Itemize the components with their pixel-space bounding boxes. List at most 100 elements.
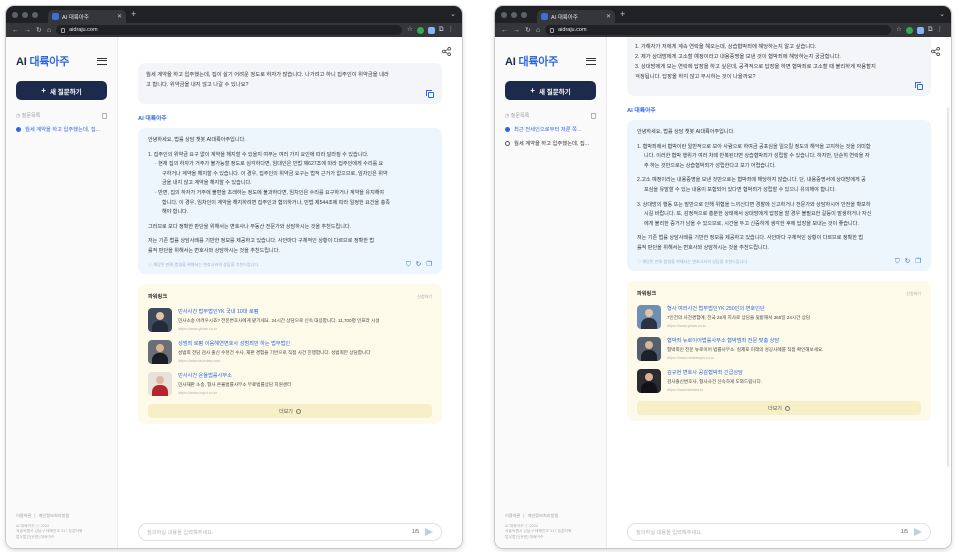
new-tab-icon[interactable]: + — [620, 10, 625, 19]
url-field[interactable]: aidraju.com — [545, 25, 892, 35]
input-placeholder[interactable]: 질의하실 내용을 입력해주세요. — [636, 529, 901, 536]
url-field[interactable]: aidraju.com — [56, 25, 403, 35]
lawyer-ad-url: https://www.newlawyer.co.kr — [667, 356, 715, 361]
send-icon[interactable] — [914, 528, 922, 536]
copy-icon[interactable] — [426, 90, 434, 98]
copy-answer-icon[interactable]: ❐ — [915, 258, 921, 266]
logo-prefix: AI — [16, 56, 30, 68]
hamburger-menu-icon[interactable] — [586, 57, 596, 65]
new-tab-icon[interactable]: + — [131, 10, 136, 19]
browser-tab[interactable]: AI 대륙아주 ✕ — [537, 10, 615, 23]
copy-answer-icon[interactable]: ❐ — [426, 261, 432, 269]
extension-green-icon[interactable] — [416, 26, 424, 34]
new-question-button[interactable]: + 새 질문하기 — [16, 81, 107, 100]
puzzle-icon[interactable]: ⧉ — [439, 26, 444, 34]
trash-icon[interactable] — [102, 112, 107, 119]
lawyer-ad-title[interactable]: 민사사건 온율법률사무소 — [178, 372, 432, 379]
ai-label: AI 대륙아주 — [138, 116, 167, 122]
history-item[interactable]: 월세 계약을 하고 입주했는데, 집... — [6, 125, 117, 133]
lawyer-ad-title[interactable]: 성범죄 로펌 이음해연변호사 성범죄만 하는 법무법인 — [178, 340, 432, 347]
back-icon[interactable]: ← — [12, 27, 19, 34]
input-placeholder[interactable]: 질의하실 내용을 입력해주세요. — [147, 529, 412, 536]
thumbs-down-icon[interactable]: ⛉ — [895, 258, 900, 266]
maximize-dot[interactable] — [32, 11, 38, 18]
power-link-box: 파워링크 신청하기 형사 여러사건 법무법인YK 250인의 변호인단 7인건의… — [627, 281, 931, 422]
lawyer-ad-title[interactable]: 형사 여러사건 법무법인YK 250인의 변호인단 — [667, 305, 921, 312]
forward-icon[interactable]: → — [513, 27, 520, 34]
trash-icon[interactable] — [591, 112, 596, 119]
footer-company: 법무법인(유한) 대륙아주 — [505, 534, 544, 539]
regenerate-icon[interactable]: ↻ — [905, 258, 910, 266]
app-logo[interactable]: AI 대륙아주 — [16, 53, 69, 69]
extensions: ☆ ⧉ ⋮ — [407, 26, 455, 34]
bookmark-star-icon[interactable]: ☆ — [407, 26, 413, 34]
address-bar: ← → ↻ ⌂ aidraju.com ☆ ⧉ ⋮ — [6, 23, 462, 37]
question-input[interactable]: 질의하실 내용을 입력해주세요. 1/5 — [627, 523, 931, 541]
back-icon[interactable]: ← — [501, 27, 508, 34]
tab-search-icon[interactable]: ⌄ — [450, 10, 456, 18]
new-question-button[interactable]: + 새 질문하기 — [505, 81, 596, 100]
lawyer-ad-url: https://www.yklaw.co.kr — [178, 327, 218, 332]
thumbs-down-icon[interactable]: ⛉ — [406, 261, 411, 269]
privacy-link[interactable]: 개인정보처리방침 — [39, 513, 70, 519]
browser-tab[interactable]: AI 대륙아주 ✕ — [48, 10, 126, 23]
share-icon[interactable] — [931, 47, 940, 56]
bookmark-star-icon[interactable]: ☆ — [896, 26, 902, 34]
close-dot[interactable] — [12, 11, 18, 18]
scrollbar[interactable] — [947, 107, 949, 467]
home-icon[interactable]: ⌂ — [47, 27, 51, 34]
more-button[interactable]: 더보기 — [148, 404, 432, 419]
terms-link[interactable]: 이용약관 — [16, 513, 31, 519]
history-item[interactable]: 최근 전세인으로부터 저룬 쪽... — [495, 125, 606, 133]
lawyer-ad[interactable]: 민사사건 온율법률사무소 민사재판 소송, 형사 온율법률사무소 무료법률상담 … — [148, 372, 432, 397]
lawyer-ad[interactable]: 형사 여러사건 법무법인YK 250인의 변호인단 7인건의 사건경험에, 전국… — [637, 305, 921, 330]
hamburger-menu-icon[interactable] — [97, 57, 107, 65]
lawyer-ad[interactable]: 민사사건 법무법인YK 국내 10대 로펌 민사소송 어려우시죠? 전문변호사에… — [148, 308, 432, 333]
new-question-label: 새 질문하기 — [538, 88, 571, 96]
extension-blue-icon[interactable] — [427, 26, 435, 34]
lawyer-ad[interactable]: 김규현 변호사 공감협박죄 긴급상담 검사출신변호사, 형사사건 신속하게 도와… — [637, 369, 921, 394]
menu-dots-icon[interactable]: ⋮ — [448, 26, 455, 34]
forward-icon[interactable]: → — [24, 27, 31, 34]
terms-link[interactable]: 이용약관 — [505, 513, 520, 519]
ai-actions: ⛉ ↻ ❐ — [406, 261, 432, 269]
lawyer-ad-title[interactable]: 김규현 변호사 공감협박죄 긴급상담 — [667, 369, 921, 376]
minimize-dot[interactable] — [511, 11, 517, 18]
reload-icon[interactable]: ↻ — [36, 27, 42, 34]
send-icon[interactable] — [425, 528, 433, 536]
ad-label[interactable]: 신청하기 — [906, 291, 921, 297]
user-message: 1. 가해자가 저에게 계속 연락을 해오는데, 상습협박죄에 해당하는지 알고… — [627, 37, 931, 96]
close-dot[interactable] — [501, 11, 507, 18]
lawyer-ad[interactable]: 협박죄 뉴로이어법률사무소 협박범죄 전문 맞춤 상담 협박죄인 전문 뉴로이어… — [637, 337, 921, 362]
lawyer-ad[interactable]: 성범죄 로펌 이음해연변호사 성범죄만 하는 법무법인 성범죄 전담 검사 출신… — [148, 340, 432, 365]
more-button[interactable]: 더보기 — [637, 401, 921, 416]
extension-blue-icon[interactable] — [916, 26, 924, 34]
tab-search-icon[interactable]: ⌄ — [939, 10, 945, 18]
question-input[interactable]: 질의하실 내용을 입력해주세요. 1/5 — [138, 523, 442, 541]
ad-label[interactable]: 신청하기 — [417, 294, 432, 300]
extension-green-icon[interactable] — [905, 26, 913, 34]
puzzle-icon[interactable]: ⧉ — [928, 26, 933, 34]
ai-line: · 반면, 집의 하자가 거주에 불편을 초래하는 정도에 불과하다면, 임차인… — [155, 189, 385, 196]
app-logo[interactable]: AI 대륙아주 — [505, 53, 558, 69]
power-link-title: 파워링크 — [637, 291, 657, 298]
reload-icon[interactable]: ↻ — [525, 27, 531, 34]
history-item[interactable]: 월세 계약을 하고 입주했는데, 집... — [495, 139, 606, 147]
menu-dots-icon[interactable]: ⋮ — [937, 26, 944, 34]
tab-close-icon[interactable]: ✕ — [606, 13, 611, 20]
home-icon[interactable]: ⌂ — [536, 27, 540, 34]
tab-close-icon[interactable]: ✕ — [117, 13, 122, 20]
new-question-label: 새 질문하기 — [49, 88, 82, 96]
minimize-dot[interactable] — [22, 11, 28, 18]
privacy-link[interactable]: 개인정보처리방침 — [528, 513, 559, 519]
user-message: 월세 계약을 하고 입주했는데, 집이 살기 어려운 정도로 하자가 많습니다.… — [138, 63, 442, 104]
user-message-line: 고 합니다. 위약금을 내지 않고 나갈 수 있나요? — [146, 82, 249, 88]
regenerate-icon[interactable]: ↻ — [416, 261, 421, 269]
copy-icon[interactable] — [915, 82, 923, 90]
share-icon[interactable] — [442, 47, 451, 56]
footer-separator: | — [523, 512, 525, 518]
maximize-dot[interactable] — [521, 11, 527, 18]
lawyer-ad-title[interactable]: 협박죄 뉴로이어법률사무소 협박범죄 전문 맞춤 상담 — [667, 337, 921, 344]
lawyer-ad-title[interactable]: 민사사건 법무법인YK 국내 10대 로펌 — [178, 308, 432, 315]
history-header: ◷ 질문목록 — [6, 112, 117, 119]
